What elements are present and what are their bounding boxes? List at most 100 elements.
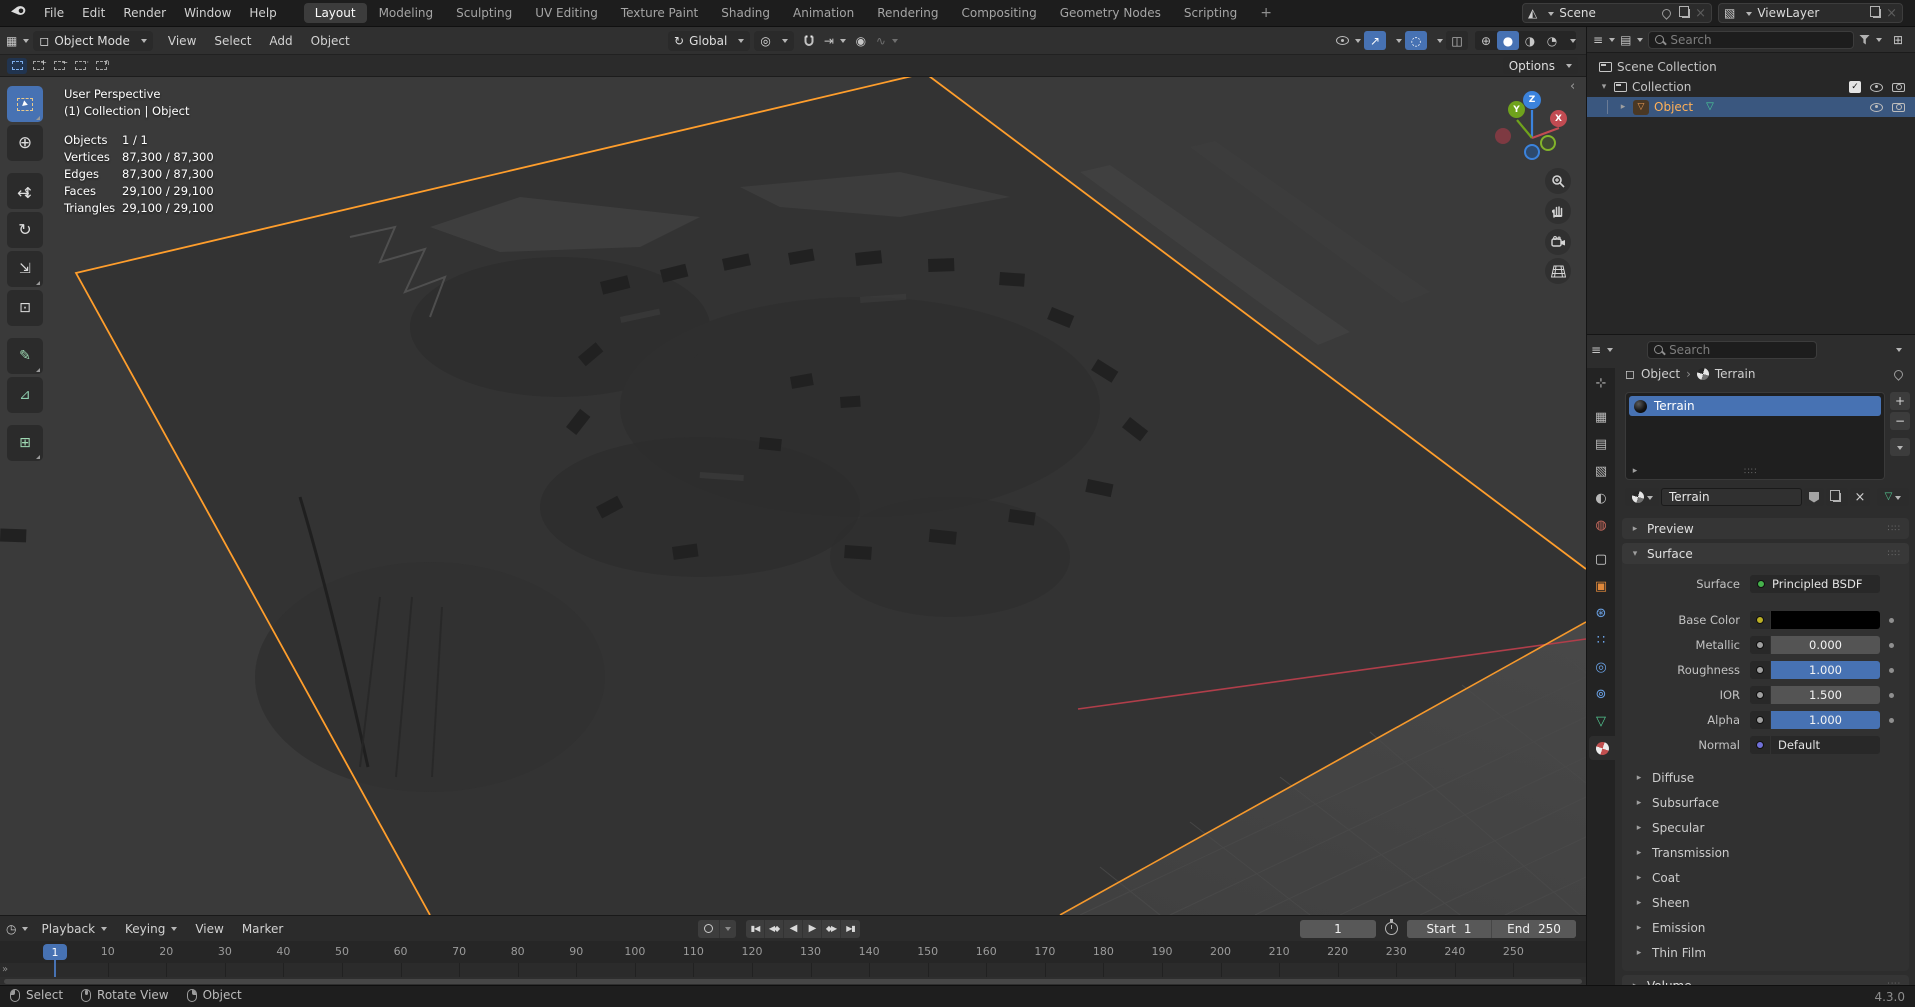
- axis-y-ball[interactable]: Y: [1508, 101, 1525, 118]
- timeline-menu-marker[interactable]: Marker: [233, 915, 292, 942]
- new-collection-button[interactable]: ⊞: [1887, 30, 1909, 49]
- alpha-socket[interactable]: [1750, 711, 1770, 729]
- proportional-editing-button[interactable]: ◉: [850, 31, 872, 50]
- outliner-row-collection[interactable]: ▾ Collection ✓: [1587, 77, 1915, 97]
- properties-tab-view-layer[interactable]: ▧: [1587, 459, 1615, 483]
- expand-channels-arrow[interactable]: »: [2, 964, 8, 975]
- workspace-tab-sculpting[interactable]: Sculpting: [445, 3, 523, 23]
- collection-checkbox[interactable]: ✓: [1849, 81, 1861, 93]
- fake-user-button[interactable]: [1804, 488, 1824, 506]
- properties-editor-type-button[interactable]: ≡: [1591, 340, 1613, 359]
- tool-scale[interactable]: ⇲: [7, 251, 43, 287]
- new-scene-icon[interactable]: [1682, 9, 1690, 18]
- properties-options-button[interactable]: [1885, 340, 1907, 359]
- expand-icon[interactable]: ▾: [1599, 82, 1609, 92]
- workspace-tab-layout[interactable]: Layout: [304, 3, 367, 23]
- timeline-scrollbar[interactable]: [0, 977, 1586, 985]
- properties-tab-constraints[interactable]: ⊚: [1587, 682, 1615, 706]
- properties-tab-object[interactable]: ▣: [1587, 574, 1615, 598]
- pin-icon[interactable]: [1660, 7, 1673, 20]
- workspace-tab-shading[interactable]: Shading: [710, 3, 781, 23]
- previous-keyframe-button[interactable]: ◀◆: [765, 920, 784, 938]
- metallic-slider[interactable]: 0.000: [1771, 636, 1880, 654]
- tool-rotate[interactable]: ↻: [7, 212, 43, 248]
- normal-socket[interactable]: [1750, 736, 1770, 754]
- tool-move[interactable]: ↔↕: [7, 173, 43, 209]
- current-frame-field[interactable]: 1: [1300, 920, 1376, 938]
- blender-logo-icon[interactable]: [0, 6, 35, 21]
- gizmo-dropdown[interactable]: [1389, 31, 1402, 50]
- add-material-slot-button[interactable]: +: [1890, 392, 1910, 410]
- xray-toggle-button[interactable]: ◫: [1446, 31, 1468, 50]
- select-mode-set[interactable]: [7, 58, 27, 74]
- resize-grip[interactable]: ∷∷: [1744, 467, 1757, 477]
- workspace-tab-geometry-nodes[interactable]: Geometry Nodes: [1049, 3, 1172, 23]
- menu-edit[interactable]: Edit: [73, 0, 114, 27]
- ior-slider[interactable]: 1.500: [1771, 686, 1880, 704]
- timeline-menu-view[interactable]: View: [186, 915, 232, 942]
- options-button[interactable]: Options: [1503, 57, 1578, 74]
- workspace-tab-modeling[interactable]: Modeling: [368, 3, 445, 23]
- workspace-tab-animation[interactable]: Animation: [782, 3, 865, 23]
- menu-file[interactable]: File: [35, 0, 73, 27]
- alpha-slider[interactable]: 1.000: [1771, 711, 1880, 729]
- material-link-dropdown[interactable]: ▽: [1877, 488, 1909, 506]
- outliner-row-scene-collection[interactable]: Scene Collection: [1587, 57, 1915, 77]
- snap-settings-button[interactable]: ⇥: [824, 31, 846, 50]
- mode-selector[interactable]: ◻ Object Mode: [33, 31, 153, 51]
- normal-button[interactable]: Default: [1771, 736, 1880, 754]
- axis-x-ball[interactable]: X: [1550, 110, 1567, 127]
- next-keyframe-button[interactable]: ◆▶: [822, 920, 841, 938]
- slot-list-expand-icon[interactable]: ▸: [1630, 466, 1640, 476]
- workspace-tab-uv-editing[interactable]: UV Editing: [524, 3, 609, 23]
- viewport-menu-add[interactable]: Add: [260, 27, 301, 54]
- add-workspace-button[interactable]: +: [1249, 3, 1283, 23]
- disable-in-render-icon[interactable]: [1892, 103, 1905, 112]
- menu-help[interactable]: Help: [240, 0, 285, 27]
- shading-dropdown[interactable]: [1563, 31, 1576, 50]
- pivot-point-button[interactable]: ◎: [754, 31, 793, 51]
- scene-selector[interactable]: ◭ Scene ×: [1522, 3, 1712, 23]
- unlink-material-button[interactable]: ×: [1850, 488, 1870, 506]
- axis-z-ball[interactable]: Z: [1523, 91, 1541, 109]
- viewport-menu-view[interactable]: View: [159, 27, 205, 54]
- tool-add-cube[interactable]: ⊞: [7, 425, 43, 461]
- auto-keying-button[interactable]: [698, 920, 720, 938]
- region-divider[interactable]: [1586, 27, 1587, 985]
- decorator-dot[interactable]: [1889, 618, 1894, 623]
- frame-start-field[interactable]: Start1: [1407, 920, 1491, 938]
- proportional-falloff-button[interactable]: ∿: [876, 31, 898, 50]
- pin-icon[interactable]: [1892, 368, 1905, 381]
- outliner-filter-button[interactable]: [1859, 30, 1882, 49]
- play-reverse-button[interactable]: ◀: [784, 920, 803, 938]
- properties-search-field[interactable]: Search: [1647, 341, 1817, 359]
- outliner-display-mode-button[interactable]: ▤: [1620, 30, 1643, 49]
- workspace-tab-texture-paint[interactable]: Texture Paint: [610, 3, 709, 23]
- new-viewlayer-icon[interactable]: [1873, 9, 1881, 18]
- material-name-field[interactable]: Terrain: [1661, 488, 1802, 506]
- panel-transmission[interactable]: ▸Transmission: [1622, 840, 1909, 865]
- ior-socket[interactable]: [1750, 686, 1770, 704]
- workspace-tab-compositing[interactable]: Compositing: [950, 3, 1047, 23]
- playhead-line[interactable]: [54, 957, 56, 977]
- menu-window[interactable]: Window: [175, 0, 240, 27]
- shading-wireframe-button[interactable]: ⊕: [1475, 31, 1497, 50]
- pan-button[interactable]: [1545, 198, 1571, 224]
- shading-rendered-button[interactable]: ◔: [1541, 31, 1563, 50]
- panel-emission[interactable]: ▸Emission: [1622, 915, 1909, 940]
- timeline-menu-keying[interactable]: Keying: [116, 915, 186, 942]
- camera-view-button[interactable]: [1545, 229, 1571, 255]
- viewport-menu-select[interactable]: Select: [205, 27, 260, 54]
- select-mode-extend[interactable]: +: [28, 58, 48, 74]
- viewlayer-selector[interactable]: ▧ ViewLayer ×: [1718, 3, 1903, 23]
- sidebar-collapse-arrow[interactable]: ‹: [1570, 79, 1575, 94]
- panel-diffuse[interactable]: ▸Diffuse: [1622, 765, 1909, 790]
- menu-render[interactable]: Render: [114, 0, 175, 27]
- viewport-3d[interactable]: ⊕ ↔↕ ↻ ⇲ ⊡ ✎ ⊿ ⊞ User Perspective (1) Co…: [0, 77, 1586, 915]
- properties-tab-render[interactable]: ▦: [1587, 405, 1615, 429]
- panel-sheen[interactable]: ▸Sheen: [1622, 890, 1909, 915]
- tool-transform[interactable]: ⊡: [7, 290, 43, 326]
- properties-tab-world[interactable]: ◍: [1587, 513, 1615, 537]
- properties-tab-output[interactable]: ▤: [1587, 432, 1615, 456]
- outliner-search-field[interactable]: Search: [1648, 31, 1854, 49]
